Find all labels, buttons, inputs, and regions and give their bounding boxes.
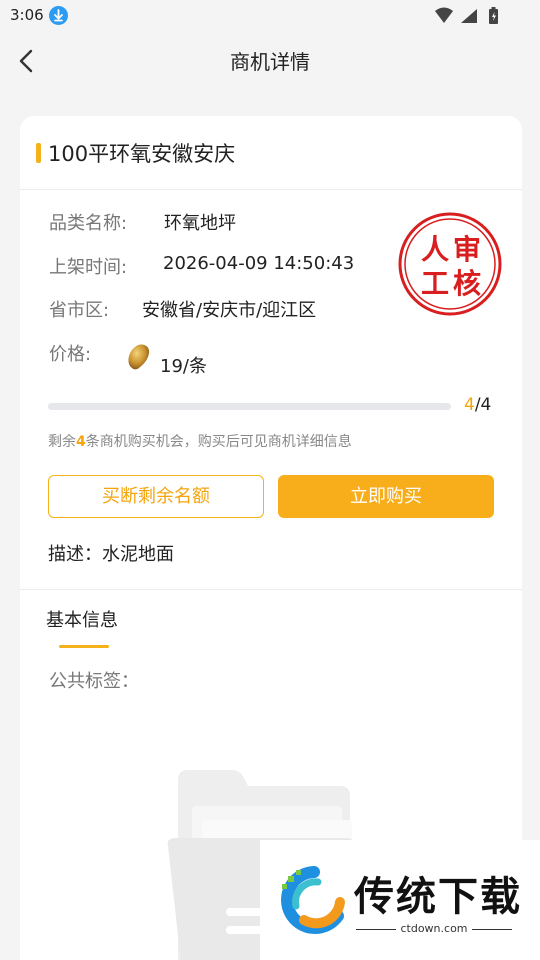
opportunity-card: 100平环氧安徽安庆 品类名称: 环氧地坪 上架时间: 2026-04-09 1… [20,116,522,960]
status-bar: 3:06 [0,0,540,32]
listed-time-label: 上架时间: [49,257,128,278]
review-stamp: 人 审 工 核 [397,211,503,317]
watermark-brand: 传统下载 [354,874,522,920]
price-value: 19/条 [160,356,207,377]
progress-total: /4 [474,395,492,415]
ctdown-logo-icon [274,862,350,938]
price-row: 价格: [49,340,91,366]
opportunity-title: 100平环氧安徽安庆 [48,142,236,166]
wifi-icon [435,7,453,23]
card-header: 100平环氧安徽安庆 [20,116,522,190]
page-title: 商机详情 [230,50,310,74]
buyout-remaining-button[interactable]: 买断剩余名额 [48,475,264,518]
title-accent-bar [36,143,41,163]
category-value: 环氧地坪 [164,213,236,234]
remain-count: 4 [76,434,86,450]
divider [20,589,522,590]
watermark-url: ctdown.com [356,922,512,935]
remaining-purchases-note: 剩余4条商机购买机会，购买后可见商机详细信息 [48,431,352,451]
public-tags-label: 公共标签： [49,671,139,692]
description: 描述：水泥地面 [48,544,174,565]
buy-now-button[interactable]: 立即购买 [278,475,494,518]
signal-icon [461,9,477,23]
purchase-progress-bar [48,403,451,410]
progress-label: 4/4 [464,395,491,415]
status-icons [434,6,506,26]
listed-time-value: 2026-04-09 14:50:43 [163,253,355,274]
category-label: 品类名称: [49,213,128,234]
region-value: 安徽省/安庆市/迎江区 [142,300,317,321]
price-label: 价格: [49,344,92,365]
svg-text:人: 人 [421,233,449,266]
category-row: 品类名称: 环氧地坪 [49,209,236,235]
battery-icon [489,7,498,24]
listed-time-row: 上架时间: 2026-04-09 14:50:43 [49,253,354,279]
svg-text:核: 核 [453,267,481,300]
remain-prefix: 剩余 [48,434,76,450]
region-label: 省市区: [49,300,110,321]
bean-coin-icon [126,342,152,372]
svg-text:审: 审 [453,233,481,266]
download-notification-icon [49,6,68,25]
watermark-url-text: ctdown.com [396,922,472,935]
svg-text:工: 工 [421,267,449,300]
watermark: 传统下载 ctdown.com [260,840,540,960]
status-time: 3:06 [10,6,44,24]
tab-active-indicator [59,645,109,648]
tab-basic-info[interactable]: 基本信息 [46,606,118,632]
region-row: 省市区: 安徽省/安庆市/迎江区 [49,296,316,322]
progress-current: 4 [464,395,475,415]
remain-suffix: 条商机购买机会，购买后可见商机详细信息 [85,434,352,450]
nav-bar: 商机详情 [0,32,540,88]
